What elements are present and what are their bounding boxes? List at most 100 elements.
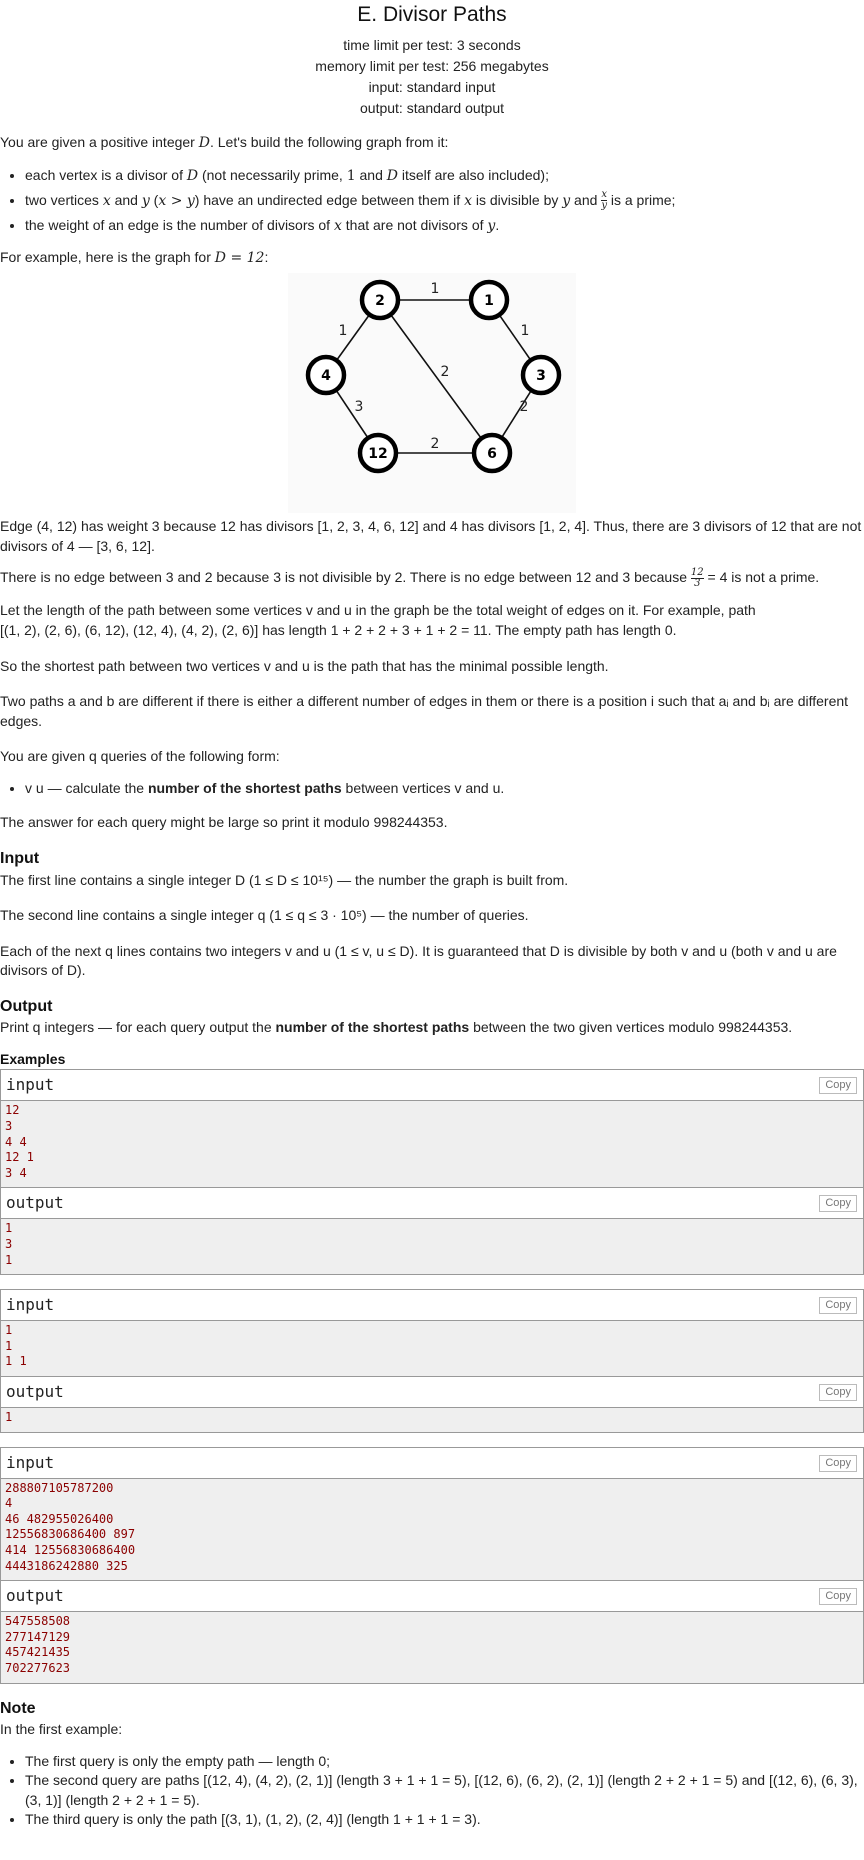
example-1-input: 12 3 4 4 12 13 4 — [1, 1101, 863, 1188]
example-line: 3 4 — [5, 1165, 27, 1180]
copy-button[interactable]: Copy — [819, 1454, 857, 1472]
examples-section: Examples input Copy 12 3 4 4 12 13 4 output… — [0, 1050, 864, 1684]
x-over-y-fraction: xy — [601, 189, 607, 212]
note-item: The third query is only the path [(3, 1)… — [25, 1810, 864, 1830]
example-line: 1 — [5, 1252, 13, 1267]
input-line-3: Each of the next q lines contains two in… — [0, 942, 837, 979]
edge-weight-label: 1 — [431, 281, 440, 297]
example-line: 1 — [5, 1410, 13, 1424]
edge-weight-label: 2 — [520, 399, 529, 415]
example-line: 1 — [5, 1323, 13, 1338]
examples-title: Examples — [0, 1050, 66, 1067]
input-title: Input — [0, 850, 40, 868]
statement-intro: You are given a positive integer D. Let'… — [0, 134, 449, 151]
graph-node-label: 4 — [321, 368, 331, 384]
input-section: Input The first line contains a single i… — [0, 848, 864, 981]
example-2-output: 1 — [1, 1408, 863, 1432]
edge-weight-label: 1 — [339, 323, 348, 339]
memory-limit: memory limit per test: 256 megabytes — [315, 58, 549, 74]
query-form-list: v u — calculate the number of the shorte… — [0, 779, 864, 799]
graph-node-label: 12 — [368, 446, 387, 462]
example-line: 547558508 — [5, 1614, 71, 1629]
copy-button[interactable]: Copy — [819, 1384, 857, 1401]
example-1: input Copy 12 3 4 4 12 13 4 output Copy 131 — [0, 1069, 864, 1276]
input-line-2: The second line contains a single intege… — [0, 907, 529, 924]
divisor-graph-figure: 11 123 222 14 312 6 — [288, 273, 576, 514]
copy-button[interactable]: Copy — [819, 1077, 857, 1095]
input-file: input: standard input — [368, 79, 496, 95]
edge-weight-label: 2 — [431, 436, 440, 452]
copy-button[interactable]: Copy — [819, 1195, 857, 1213]
edge-weight-label: 3 — [355, 399, 364, 415]
shortest-path-definition: So the shortest path between two vertice… — [0, 657, 609, 674]
different-path-definition: Two paths a and b are different if there… — [0, 693, 849, 729]
graph-node-label: 2 — [375, 293, 385, 309]
example-intro: For example, here is the graph for D = 1… — [0, 248, 269, 266]
example-line: 288807105787200 — [5, 1480, 114, 1495]
example-line: 1 — [5, 1338, 13, 1353]
example-1-input-header: input Copy — [1, 1070, 863, 1102]
input-line-1: The first line contains a single integer… — [0, 871, 569, 888]
graph-rules-list: each vertex is a divisor of D (not neces… — [0, 164, 864, 238]
problem-header: E. Divisor Paths time limit per test: 3 … — [0, 0, 864, 119]
example-2-input-header: input Copy — [1, 1290, 863, 1322]
example-2-output-header: output Copy — [1, 1376, 863, 1408]
output-text: Print q integers — for each query output… — [0, 1019, 793, 1036]
note-title: Note — [0, 1699, 36, 1717]
rule-edges: two vertices x and y (x > y) have an und… — [25, 188, 864, 214]
example-3-output-header: output Copy — [1, 1580, 863, 1613]
example-line: 1 — [5, 1221, 13, 1236]
example-1-output-header: output Copy — [1, 1187, 863, 1220]
example-line: 12 — [5, 1103, 20, 1118]
example-line: 4 4 — [5, 1134, 27, 1149]
example-1-output: 131 — [1, 1219, 863, 1275]
note-item: The second query are paths [(12, 4), (4,… — [25, 1771, 864, 1810]
graph-node-label: 6 — [487, 446, 497, 462]
example-line: 457421435 — [5, 1645, 71, 1660]
output-title: Output — [0, 997, 53, 1015]
example-line: 277147129 — [5, 1629, 71, 1644]
note-intro: In the first example: — [0, 1720, 123, 1737]
twelve-over-three-fraction: 12 3 — [690, 567, 704, 590]
example-line: 414 12556830686400 — [5, 1542, 136, 1557]
query-form: v u — calculate the number of the shorte… — [25, 779, 864, 799]
example-line: 1 1 — [5, 1354, 27, 1369]
example-line: 46 482955026400 — [5, 1511, 114, 1526]
edge-weight-label: 1 — [521, 323, 530, 339]
example-line: 3 — [5, 1237, 13, 1252]
graph-node-label: 3 — [536, 368, 546, 384]
problem-page: E. Divisor Paths time limit per test: 3 … — [0, 0, 864, 1830]
edge-weight-label: 2 — [441, 364, 450, 380]
output-file: output: standard output — [360, 100, 504, 116]
input-label: input — [6, 1075, 55, 1095]
input-label: input — [6, 1295, 55, 1315]
rule-vertices: each vertex is a divisor of D (not neces… — [25, 164, 864, 188]
path-length-definition: Let the length of the path between some … — [0, 602, 756, 638]
no-edge-explanation: There is no edge between 3 and 2 because… — [0, 567, 820, 590]
example-line: 12556830686400 897 — [5, 1527, 136, 1542]
example-3-input-header: input Copy — [1, 1447, 863, 1479]
input-label: input — [6, 1452, 55, 1472]
output-label: output — [6, 1382, 64, 1401]
example-line: 4 — [5, 1496, 13, 1511]
note-list: The first query is only the empty path —… — [0, 1752, 864, 1830]
graph-node-label: 1 — [484, 293, 494, 309]
note-section: Note In the first example: The first que… — [0, 1698, 864, 1830]
edge-weight-explanation: Edge (4, 12) has weight 3 because 12 has… — [0, 518, 862, 554]
modulo-text: The answer for each query might be large… — [0, 813, 448, 830]
example-line: 3 — [5, 1119, 13, 1134]
example-line: 12 1 — [5, 1150, 34, 1165]
example-line: 702277623 — [5, 1660, 71, 1675]
output-section: Output Print q integers — for each query… — [0, 996, 864, 1038]
copy-button[interactable]: Copy — [819, 1588, 857, 1606]
output-label: output — [6, 1586, 64, 1606]
time-limit: time limit per test: 3 seconds — [343, 37, 521, 53]
example-3-input: 288807105787200 4 46 482955026400 125568306… — [1, 1478, 863, 1581]
rule-weight: the weight of an edge is the number of d… — [25, 214, 864, 238]
example-3-output: 547558508 277147129 457421435 702277623 — [1, 1612, 863, 1683]
copy-button[interactable]: Copy — [819, 1297, 857, 1315]
note-item: The first query is only the empty path —… — [25, 1752, 864, 1772]
queries-intro: You are given q queries of the following… — [0, 748, 280, 765]
problem-title: E. Divisor Paths — [357, 3, 507, 26]
example-3: input Copy 288807105787200 4 46 4829550264… — [0, 1446, 864, 1684]
